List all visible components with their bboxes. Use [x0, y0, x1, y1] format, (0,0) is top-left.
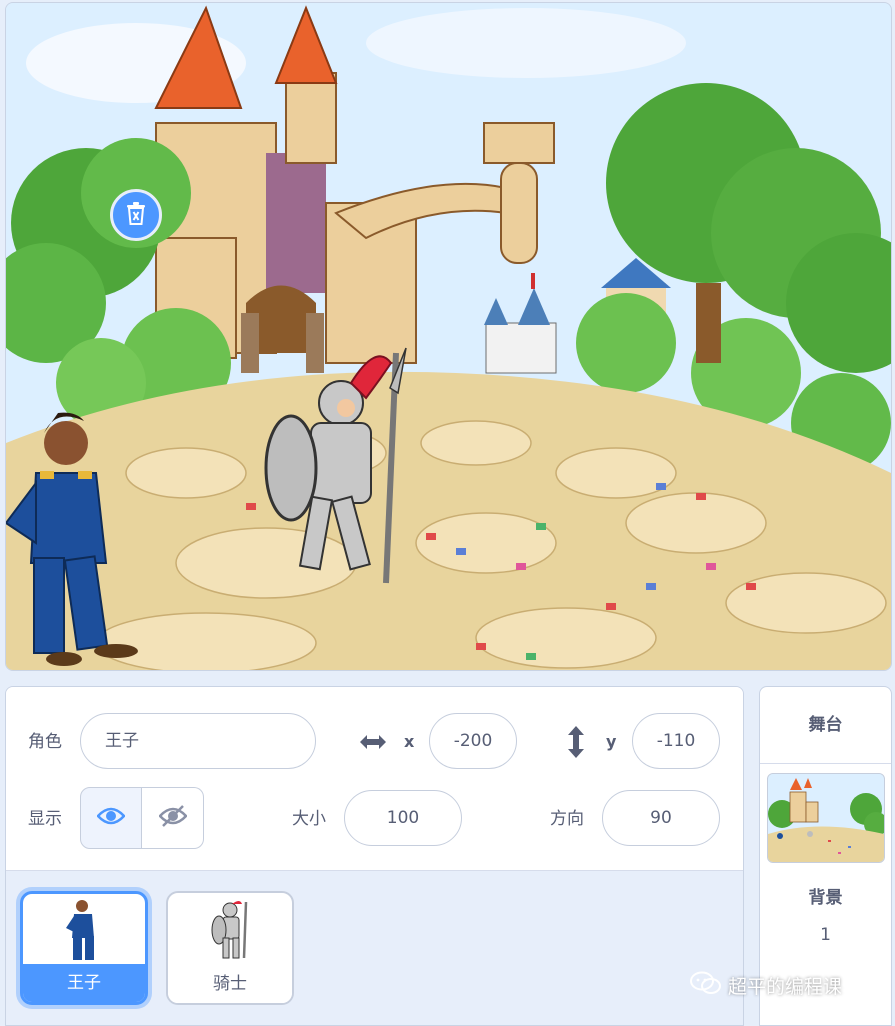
sprite-tile-knight[interactable]: 骑士	[166, 891, 294, 1005]
sprite-tile-prince[interactable]: 王子	[20, 891, 148, 1005]
backdrops-label: 背景	[808, 888, 843, 908]
watermark: 超平的编程课	[690, 971, 842, 999]
direction-label: 方向	[550, 809, 584, 829]
sprite-label: 角色	[28, 732, 62, 752]
x-label: x	[404, 732, 415, 751]
eye-off-icon	[157, 804, 188, 832]
sprite-info-pane: 角色 王子 x -200 y -110 显示 大小 100 方向 90 王子 骑…	[5, 686, 744, 1026]
y-input[interactable]: -110	[632, 713, 720, 769]
sprite-tile-label: 王子	[23, 964, 145, 1002]
backdrops-count: 1	[820, 925, 831, 945]
horizontal-arrows-icon	[358, 730, 388, 758]
stage-canvas[interactable]	[5, 2, 892, 671]
show-label: 显示	[28, 809, 62, 829]
stage-title: 舞台	[760, 687, 891, 764]
sprite-list: 王子 骑士	[6, 871, 743, 1025]
vertical-arrows-icon	[566, 725, 586, 763]
sprite-tile-label: 骑士	[168, 965, 292, 1003]
direction-input[interactable]: 90	[602, 790, 720, 846]
sprite-properties: 角色 王子 x -200 y -110 显示 大小 100 方向 90	[6, 687, 743, 871]
size-input[interactable]: 100	[344, 790, 462, 846]
delete-sprite-button[interactable]	[110, 189, 162, 241]
size-label: 大小	[292, 809, 326, 829]
y-label: y	[606, 732, 617, 751]
show-sprite-button[interactable]	[80, 787, 142, 849]
knight-thumbnail	[168, 893, 292, 967]
trash-icon	[125, 201, 147, 229]
x-input[interactable]: -200	[429, 713, 517, 769]
eye-icon	[96, 806, 126, 830]
stage-thumbnail[interactable]	[767, 773, 885, 863]
sprite-name-input[interactable]: 王子	[80, 713, 316, 769]
watermark-text: 超平的编程课	[728, 975, 843, 998]
hide-sprite-button[interactable]	[142, 787, 204, 849]
wechat-icon	[690, 971, 722, 1000]
prince-thumbnail	[23, 894, 145, 966]
